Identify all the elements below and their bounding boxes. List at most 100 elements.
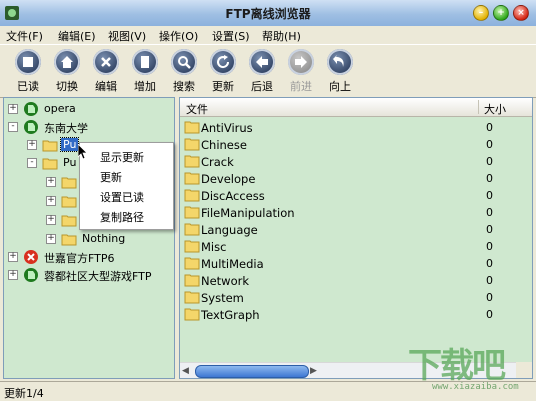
file-name: DiscAccess — [201, 189, 265, 203]
scroll-right-icon[interactable]: ▶ — [310, 366, 317, 376]
folder-icon — [184, 206, 200, 219]
file-name: System — [201, 291, 244, 305]
ftp-site-icon — [24, 120, 38, 134]
folder-icon — [184, 189, 200, 202]
file-list[interactable]: 文件 大小 AntiVirus 0 Chinese 0 Crack 0 Develope 0 D… — [179, 97, 533, 379]
collapse-icon[interactable]: - — [27, 158, 37, 168]
collapse-icon[interactable]: - — [8, 122, 18, 132]
folder-icon — [184, 138, 200, 151]
title-bar[interactable]: FTP离线浏览器 – + × — [0, 0, 536, 27]
expand-icon[interactable]: + — [8, 252, 18, 262]
tree-item-label: opera — [44, 102, 76, 115]
context-menu: 显示更新 更新 设置已读 复制路径 — [79, 142, 174, 230]
back-icon — [249, 49, 275, 75]
column-header-size[interactable]: 大小 — [484, 101, 506, 117]
context-update[interactable]: 更新 — [100, 169, 122, 185]
file-name: Develope — [201, 172, 256, 186]
expand-icon[interactable]: + — [8, 104, 18, 114]
expand-icon[interactable]: + — [46, 234, 56, 244]
list-item[interactable]: Language 0 — [180, 221, 532, 238]
scrollbar-thumb[interactable] — [195, 365, 309, 378]
file-name: TextGraph — [201, 308, 260, 322]
scroll-left-icon[interactable]: ◀ — [182, 366, 189, 376]
file-size: 0 — [486, 189, 493, 202]
up-button[interactable]: 向上 — [322, 49, 358, 94]
column-divider[interactable] — [478, 100, 479, 114]
context-copy-path[interactable]: 复制路径 — [100, 209, 144, 225]
folder-icon — [184, 308, 200, 321]
list-item[interactable]: Network 0 — [180, 272, 532, 289]
tree-item-label: Nothing — [82, 232, 126, 245]
maximize-button[interactable]: + — [493, 5, 509, 21]
edit-button[interactable]: 编辑 — [88, 49, 124, 94]
search-button[interactable]: 搜索 — [166, 49, 202, 94]
folder-icon — [184, 172, 200, 185]
column-header-file[interactable]: 文件 — [186, 101, 208, 117]
refresh-button[interactable]: 更新 — [205, 49, 241, 94]
search-icon — [171, 49, 197, 75]
context-mark-read[interactable]: 设置已读 — [100, 189, 144, 205]
menu-settings[interactable]: 设置(S) — [212, 28, 250, 44]
expand-icon[interactable]: + — [46, 196, 56, 206]
edit-icon — [93, 49, 119, 75]
expand-icon[interactable]: + — [46, 215, 56, 225]
back-button[interactable]: 后退 — [244, 49, 280, 94]
watermark-logo: 下载吧 — [408, 346, 506, 386]
watermark-url: www.xiazaiba.com — [432, 382, 519, 392]
list-item[interactable]: TextGraph 0 — [180, 306, 532, 323]
file-name: Language — [201, 223, 258, 237]
refresh-icon — [210, 49, 236, 75]
list-item[interactable]: Misc 0 — [180, 238, 532, 255]
context-show-updates[interactable]: 显示更新 — [100, 149, 144, 165]
menu-view[interactable]: 视图(V) — [108, 28, 146, 44]
file-name: MultiMedia — [201, 257, 264, 271]
list-item[interactable]: AntiVirus 0 — [180, 119, 532, 136]
file-size: 0 — [486, 138, 493, 151]
search-label: 搜索 — [173, 80, 195, 93]
status-text: 更新1/4 — [4, 387, 44, 400]
tree-item-label: Pu — [59, 137, 80, 152]
file-name: Network — [201, 274, 250, 288]
window-title: FTP离线浏览器 — [225, 7, 311, 21]
minimize-button[interactable]: – — [473, 5, 489, 21]
site-tree[interactable]: + opera - 东南大学 + Pu - Pu + + + + Nothing… — [3, 97, 175, 379]
file-size: 0 — [486, 121, 493, 134]
switch-label: 切换 — [56, 80, 78, 93]
menu-edit[interactable]: 编辑(E) — [58, 28, 96, 44]
watermark: 下载吧 www.xiazaiba.com — [408, 338, 532, 398]
menu-bar: 文件(F) 编辑(E) 视图(V) 操作(O) 设置(S) 帮助(H) — [0, 26, 536, 44]
ftp-site-error-icon — [24, 250, 38, 264]
folder-icon — [61, 234, 77, 246]
folder-icon — [184, 257, 200, 270]
close-button[interactable]: × — [513, 5, 529, 21]
list-item[interactable]: DiscAccess 0 — [180, 187, 532, 204]
file-name: Misc — [201, 240, 227, 254]
expand-icon[interactable]: + — [46, 177, 56, 187]
file-size: 0 — [486, 308, 493, 321]
up-label: 向上 — [329, 80, 351, 93]
list-item[interactable]: Crack 0 — [180, 153, 532, 170]
menu-file[interactable]: 文件(F) — [6, 28, 43, 44]
edit-label: 编辑 — [95, 80, 117, 93]
ftp-site-icon — [24, 268, 38, 282]
menu-operate[interactable]: 操作(O) — [159, 28, 198, 44]
file-name: FileManipulation — [201, 206, 295, 220]
add-button[interactable]: 增加 — [127, 49, 163, 94]
maximize-icon: + — [497, 8, 505, 18]
folder-icon — [61, 196, 77, 208]
list-item[interactable]: FileManipulation 0 — [180, 204, 532, 221]
list-item[interactable]: MultiMedia 0 — [180, 255, 532, 272]
tree-item-label: 世嘉官方FTP6 — [44, 252, 115, 265]
folder-icon — [184, 274, 200, 287]
list-item[interactable]: Chinese 0 — [180, 136, 532, 153]
mark-read-button[interactable]: 已读 — [10, 49, 46, 94]
forward-button[interactable]: 前进 — [283, 49, 319, 94]
toolbar: 已读 切换 编辑 增加 搜索 更新 后退 前进 向上 — [0, 44, 536, 98]
switch-button[interactable]: 切换 — [49, 49, 85, 94]
menu-help[interactable]: 帮助(H) — [262, 28, 301, 44]
expand-icon[interactable]: + — [8, 270, 18, 280]
expand-icon[interactable]: + — [27, 140, 37, 150]
forward-label: 前进 — [290, 80, 312, 93]
list-item[interactable]: Develope 0 — [180, 170, 532, 187]
list-item[interactable]: System 0 — [180, 289, 532, 306]
